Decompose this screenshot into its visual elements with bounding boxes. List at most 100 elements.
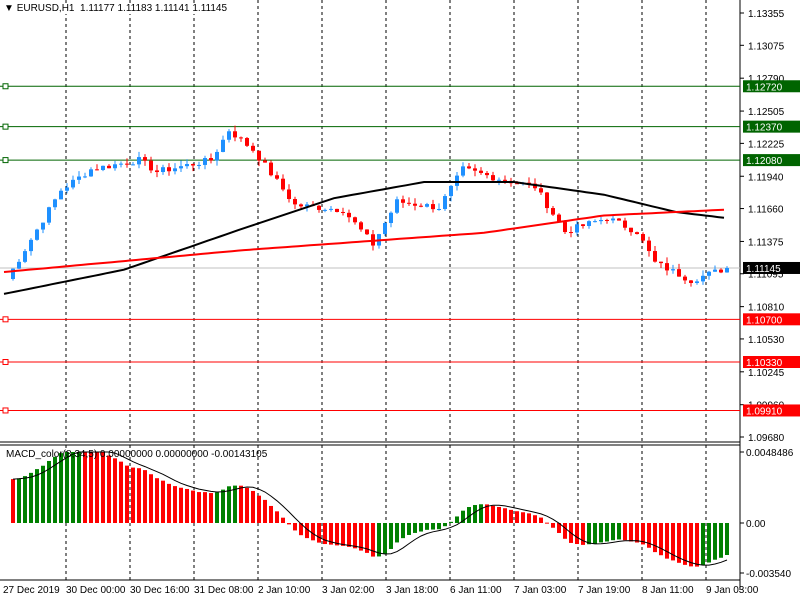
bear-candle [155, 170, 159, 173]
bear-candle [647, 240, 651, 252]
bear-candle [539, 188, 543, 193]
price-tick-label: 1.09680 [748, 433, 785, 444]
bear-candle [581, 224, 585, 227]
bull-candle [131, 164, 135, 166]
bear-candle [239, 137, 243, 139]
macd-histogram-bar [143, 470, 147, 523]
macd-histogram-bar [119, 461, 123, 523]
bull-candle [575, 224, 579, 233]
bull-candle [173, 168, 177, 172]
level-handle [2, 123, 9, 130]
macd-histogram-bar [263, 499, 267, 523]
level-handle [2, 83, 9, 90]
bull-candle [395, 199, 399, 213]
time-label: 6 Jan 11:00 [450, 585, 502, 596]
bear-candle [479, 170, 483, 173]
price-tick-label: 1.11375 [748, 237, 784, 248]
macd-histogram-bar [497, 506, 501, 523]
macd-histogram-bar [617, 523, 621, 540]
macd-histogram-bar [449, 521, 453, 523]
macd-histogram-bar [509, 509, 513, 523]
bull-candle [695, 281, 699, 283]
macd-histogram-bar [707, 523, 711, 563]
bull-candle [29, 239, 33, 252]
macd-histogram-bar [251, 490, 255, 523]
bull-candle [725, 268, 729, 273]
bull-candle [443, 196, 447, 209]
bear-candle [257, 150, 261, 161]
macd-histogram-bar [563, 523, 567, 539]
bull-candle [35, 229, 39, 240]
macd-histogram-bar [233, 485, 237, 523]
macd-histogram-bar [389, 523, 393, 549]
bear-candle [617, 218, 621, 221]
macd-histogram-bar [209, 493, 213, 523]
bull-candle [437, 208, 441, 210]
macd-histogram-bar [311, 523, 315, 541]
time-label: 7 Jan 19:00 [578, 585, 631, 596]
bear-candle [659, 261, 663, 264]
time-label: 31 Dec 08:00 [194, 585, 254, 596]
bull-candle [77, 176, 81, 180]
bear-candle [719, 269, 723, 273]
bull-candle [17, 261, 21, 269]
macd-histogram-bar [215, 492, 219, 523]
macd-histogram-bar [515, 511, 519, 523]
bear-candle [125, 163, 129, 165]
bull-candle [329, 208, 333, 210]
macd-histogram-bar [479, 504, 483, 523]
bear-candle [401, 199, 405, 203]
bear-candle [341, 211, 345, 213]
macd-histogram-bar [359, 523, 363, 551]
bear-candle [431, 204, 435, 210]
macd-histogram-bar [341, 523, 345, 546]
bull-candle [707, 271, 711, 276]
macd-histogram-bar [227, 486, 231, 523]
macd-histogram-bar [41, 465, 45, 523]
price-tick-label: 1.11660 [748, 205, 784, 216]
bull-candle [215, 151, 219, 161]
macd-histogram-bar [71, 452, 75, 523]
level-price-label: 1.12080 [746, 156, 783, 167]
bear-candle [149, 160, 153, 171]
price-tick-label: 1.12505 [748, 107, 785, 118]
macd-histogram-bar [125, 465, 129, 523]
macd-tick-label: -0.003540 [746, 569, 791, 580]
bear-candle [491, 175, 495, 181]
macd-histogram-bar [107, 455, 111, 523]
macd-histogram-bar [11, 479, 15, 523]
bull-candle [203, 158, 207, 165]
chart-canvas[interactable]: 27 Dec 2019 30 Dec 00:00 30 Dec 16:00 31 De… [0, 0, 800, 600]
time-label: 9 Jan 03:00 [706, 585, 759, 596]
macd-histogram-bar [317, 523, 321, 543]
macd-histogram-bar [137, 468, 141, 523]
macd-histogram-bar [719, 523, 723, 558]
macd-histogram-bar [503, 508, 507, 523]
level-handle [2, 316, 9, 323]
level-handle [2, 359, 9, 366]
bull-candle [197, 164, 201, 166]
chart-window: 27 Dec 2019 30 Dec 00:00 30 Dec 16:00 31 De… [0, 0, 800, 600]
bear-candle [245, 138, 249, 146]
level-price-label: 1.12370 [746, 123, 783, 134]
bear-candle [467, 166, 471, 169]
price-tick-label: 1.12225 [748, 139, 785, 150]
macd-histogram-bar [161, 480, 165, 523]
bear-candle [353, 217, 357, 223]
bear-candle [629, 227, 633, 233]
price-tick-label: 1.10245 [748, 368, 785, 379]
bear-candle [683, 276, 687, 281]
bear-candle [689, 280, 693, 283]
macd-histogram-bar [281, 517, 285, 523]
bear-candle [407, 202, 411, 204]
macd-histogram-bar [167, 483, 171, 523]
time-label: 27 Dec 2019 [3, 585, 60, 596]
bear-candle [623, 220, 627, 228]
bull-candle [671, 269, 675, 271]
macd-histogram-bar [635, 523, 639, 543]
macd-histogram-bar [623, 523, 627, 541]
bull-candle [611, 218, 615, 221]
bear-candle [191, 164, 195, 166]
macd-histogram-bar [527, 513, 531, 523]
bear-candle [359, 222, 363, 230]
